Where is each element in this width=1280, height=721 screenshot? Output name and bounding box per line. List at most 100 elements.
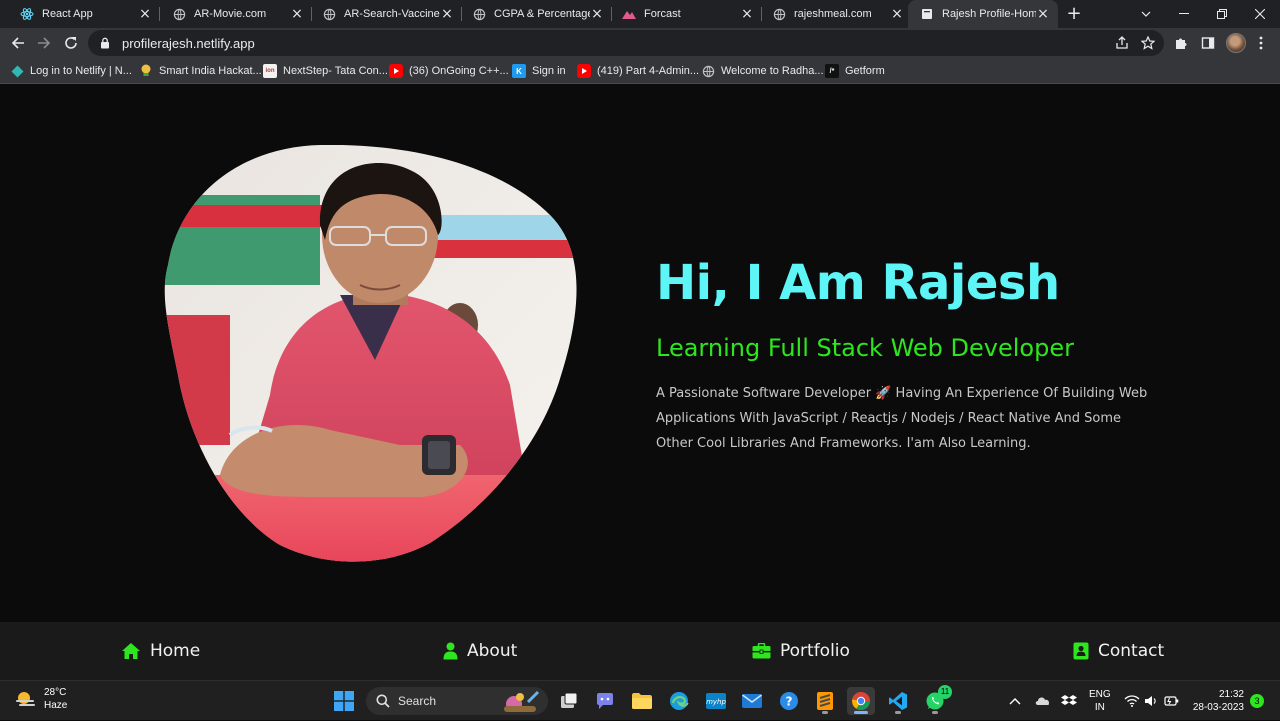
tab-rajeshmeal[interactable]: rajeshmeal.com ×	[760, 0, 912, 28]
bookmark-cpp[interactable]: (36) OnGoing C++...	[389, 63, 509, 79]
tab-react-app[interactable]: React App ×	[8, 0, 160, 28]
svg-text:myhp: myhp	[706, 698, 726, 706]
reload-icon	[65, 37, 77, 49]
close-window-button[interactable]	[1242, 0, 1278, 28]
tab-cgpa[interactable]: CGPA & Percentage ×	[460, 0, 612, 28]
back-button[interactable]	[7, 32, 29, 54]
react-icon	[20, 7, 34, 21]
bookmark-part4-admin[interactable]: (419) Part 4-Admin...	[577, 63, 699, 79]
tab-search-button[interactable]	[1128, 0, 1164, 28]
teams-chat-icon	[597, 693, 613, 709]
share-icon	[1116, 36, 1128, 49]
side-panel-button[interactable]	[1197, 32, 1219, 54]
dropbox-button[interactable]	[1061, 681, 1077, 721]
hero-title: Hi, I Am Rajesh	[656, 255, 1060, 311]
nav-home[interactable]: Home	[121, 638, 200, 664]
tab-forcast[interactable]: Forcast ×	[610, 0, 762, 28]
profile-avatar[interactable]	[1226, 33, 1246, 53]
close-icon[interactable]: ×	[590, 7, 604, 21]
netlify-icon	[10, 64, 24, 78]
get-help-button[interactable]: ?	[775, 687, 803, 715]
running-indicator	[895, 711, 901, 714]
chrome-button[interactable]	[847, 687, 875, 715]
edge-button[interactable]	[665, 687, 693, 715]
minimize-button[interactable]	[1166, 0, 1202, 28]
weather-widget[interactable]: 28°C Haze	[14, 686, 67, 712]
bookmark-label: Getform	[845, 65, 885, 77]
globe-icon	[322, 7, 336, 21]
share-button[interactable]	[1111, 32, 1133, 54]
nav-contact[interactable]: Contact	[1073, 638, 1164, 664]
battery-button[interactable]	[1164, 681, 1180, 721]
bookmark-label: NextStep- Tata Con...	[283, 65, 388, 77]
bookmark-netlify[interactable]: Log in to Netlify | N...	[10, 63, 132, 79]
close-icon[interactable]: ×	[890, 7, 904, 21]
lock-icon[interactable]	[100, 37, 112, 49]
nav-about[interactable]: About	[443, 638, 517, 664]
tab-title: AR-Movie.com	[194, 8, 267, 20]
onedrive-button[interactable]	[1034, 681, 1052, 721]
page-icon	[920, 7, 934, 21]
task-view-icon	[561, 692, 578, 708]
address-bar[interactable]: profilerajesh.netlify.app	[88, 30, 1164, 56]
volume-button[interactable]	[1144, 681, 1158, 721]
new-tab-button[interactable]: +	[1064, 4, 1084, 24]
teams-chat-button[interactable]	[591, 687, 619, 715]
network-button[interactable]	[1124, 681, 1140, 721]
task-view-button[interactable]	[555, 687, 583, 715]
bookmark-label: Sign in	[532, 65, 566, 77]
forward-button[interactable]	[33, 32, 55, 54]
search-label: Search	[398, 694, 437, 708]
tab-title: Rajesh Profile-Home	[942, 8, 1036, 20]
bookmarks-bar: Log in to Netlify | N... Smart India Hac…	[0, 58, 1280, 84]
profile-page: Hi, I Am Rajesh Learning Full Stack Web …	[0, 85, 1280, 680]
sublime-button[interactable]	[811, 687, 839, 715]
close-icon[interactable]: ×	[440, 7, 454, 21]
language-indicator[interactable]: ENG IN	[1089, 681, 1111, 721]
help-icon: ?	[780, 692, 798, 710]
file-explorer-button[interactable]	[628, 687, 656, 715]
bookmark-label: Log in to Netlify | N...	[30, 65, 132, 77]
hero-description: A Passionate Software Developer 🚀 Having…	[656, 386, 1148, 451]
globe-icon	[172, 7, 186, 21]
bookmark-smart-india[interactable]: Smart India Hackat...	[139, 63, 262, 79]
bookmark-label: Welcome to Radha...	[721, 65, 824, 77]
taskbar-search[interactable]: Search	[366, 687, 548, 715]
tab-ar-movie[interactable]: AR-Movie.com ×	[160, 0, 312, 28]
reload-button[interactable]	[60, 32, 82, 54]
nav-label: Portfolio	[780, 641, 850, 661]
nav-portfolio[interactable]: Portfolio	[752, 638, 850, 664]
mountain-icon	[622, 7, 636, 21]
bookmark-radha[interactable]: Welcome to Radha...	[701, 63, 824, 79]
start-button[interactable]	[330, 687, 358, 715]
weather-condition: Haze	[44, 700, 68, 711]
tab-ar-search-vaccine[interactable]: AR-Search-Vaccine-pu ×	[310, 0, 462, 28]
clock[interactable]: 21:32 28-03-2023	[1192, 681, 1244, 721]
close-icon[interactable]: ×	[740, 7, 754, 21]
bookmark-nextstep[interactable]: ion NextStep- Tata Con...	[263, 63, 388, 79]
globe-icon	[772, 7, 786, 21]
maximize-button[interactable]	[1204, 0, 1240, 28]
hp-app-button[interactable]: myhp	[702, 687, 730, 715]
hero-subtitle: Learning Full Stack Web Developer	[656, 334, 1074, 362]
whatsapp-button[interactable]: 11	[921, 685, 952, 715]
running-indicator	[854, 711, 868, 714]
lang-line1: ENG	[1089, 689, 1111, 700]
notification-center-button[interactable]: 3	[1250, 681, 1264, 721]
mail-button[interactable]	[738, 687, 766, 715]
bookmark-getform[interactable]: /* Getform	[825, 63, 885, 79]
close-icon[interactable]: ×	[138, 7, 152, 21]
tab-rajesh-profile[interactable]: Rajesh Profile-Home ×	[908, 0, 1058, 28]
vscode-button[interactable]	[884, 687, 912, 715]
hp-icon: myhp	[706, 693, 726, 709]
close-icon[interactable]: ×	[1036, 7, 1050, 21]
extensions-button[interactable]	[1170, 32, 1192, 54]
bookmark-sign-in[interactable]: K Sign in	[512, 63, 566, 79]
show-hidden-icons-button[interactable]	[1009, 681, 1021, 721]
menu-button[interactable]	[1250, 32, 1272, 54]
browser-toolbar: profilerajesh.netlify.app	[0, 28, 1280, 58]
close-icon[interactable]: ×	[290, 7, 304, 21]
tab-strip: React App × AR-Movie.com × AR-Search-Vac…	[0, 0, 1280, 28]
running-indicator	[822, 711, 828, 714]
bookmark-star-button[interactable]	[1137, 32, 1159, 54]
